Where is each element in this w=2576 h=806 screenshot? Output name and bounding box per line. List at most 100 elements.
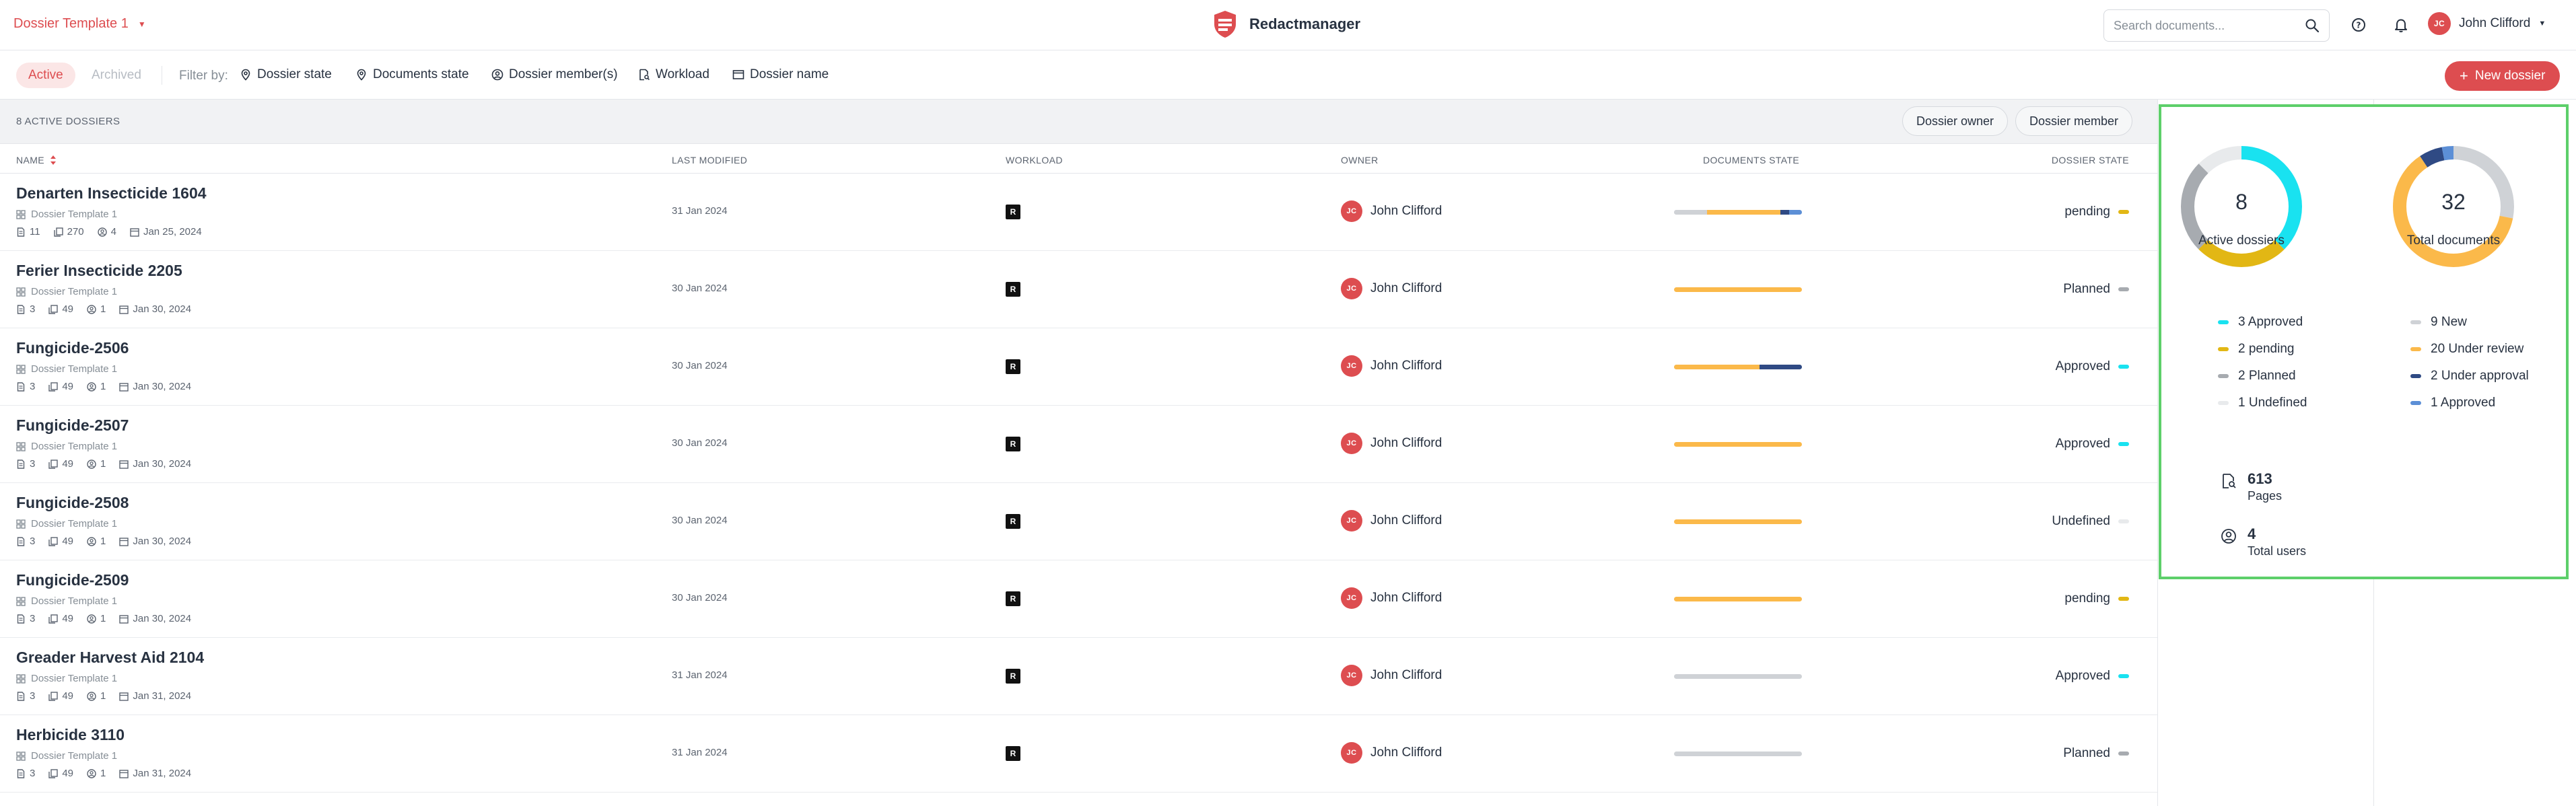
pages-icon [48, 614, 59, 624]
documents-count: 3 [30, 303, 36, 315]
legend-item[interactable]: 2 pending [2218, 336, 2307, 363]
table-row[interactable]: Fungicide-2507 Dossier Template 1 3 49 1 Jan … [0, 406, 2157, 483]
legend-item[interactable]: 9 New [2410, 309, 2529, 336]
members-count: 4 [110, 226, 116, 237]
workload-badge: R [1006, 282, 1020, 297]
column-header-name[interactable]: NAME [16, 155, 57, 166]
search-icon[interactable] [2305, 18, 2320, 33]
documents-state-bar [1674, 365, 1802, 369]
search-input[interactable] [2114, 18, 2305, 33]
dossier-state: Approved [2056, 437, 2129, 451]
dossier-stats: 3 49 1 Jan 31, 2024 [16, 768, 199, 779]
table-row[interactable]: Ferier Insecticide 2205 Dossier Template … [0, 251, 2157, 328]
dossier-stats: 3 49 1 Jan 30, 2024 [16, 536, 199, 547]
brand-name: Redactmanager [1249, 15, 1361, 32]
table-row[interactable]: Fungicide-2506 Dossier Template 1 3 49 1 Jan … [0, 328, 2157, 406]
filter-dossier-members[interactable]: Dossier member(s) [491, 67, 618, 82]
table-row[interactable]: Denarten Insecticide 1604 Dossier Templat… [0, 174, 2157, 251]
legend-color-indicator [2218, 347, 2229, 351]
documents-state-bar [1674, 752, 1802, 756]
column-header-owner: OWNER [1341, 155, 1379, 166]
document-icon [17, 459, 25, 469]
table-row[interactable]: Fungicide-2509 Dossier Template 1 3 49 1 Jan … [0, 560, 2157, 638]
dossier-name[interactable]: Fungicide-2508 [16, 494, 129, 512]
filter-bar: Active Archived Filter by: Dossier state… [0, 51, 2576, 100]
template-grid-icon [16, 751, 26, 761]
dossier-name[interactable]: Herbicide 3110 [16, 726, 125, 744]
members-count: 1 [100, 536, 106, 547]
column-header-last-modified[interactable]: LAST MODIFIED [672, 155, 747, 166]
tab-archived[interactable]: Archived [92, 63, 141, 88]
last-modified: 30 Jan 2024 [672, 283, 728, 294]
dossier-name[interactable]: Fungicide-2507 [16, 416, 129, 435]
workload-badge: R [1006, 514, 1020, 529]
owner: JC John Clifford [1341, 433, 1442, 454]
new-dossier-button[interactable]: + New dossier [2445, 61, 2561, 91]
documents-count: 3 [30, 768, 36, 779]
dossier-state-indicator [2118, 674, 2129, 678]
filter-dossier-state[interactable]: Dossier state [240, 67, 332, 82]
dossier-date: Jan 31, 2024 [133, 768, 192, 779]
dossier-name[interactable]: Ferier Insecticide 2205 [16, 262, 182, 280]
pages-icon [48, 304, 59, 314]
user-circle-icon [97, 227, 107, 237]
user-menu[interactable]: JC John Clifford ▼ [2428, 12, 2546, 35]
dossier-template: Dossier Template 1 [16, 441, 117, 452]
legend-item[interactable]: 1 Approved [2410, 390, 2529, 416]
pages-icon [53, 227, 63, 237]
dossier-template-label: Dossier Template 1 [31, 750, 118, 762]
dossier-state: Planned [2063, 282, 2129, 297]
dossier-template-label: Dossier Template 1 [31, 286, 118, 297]
help-icon[interactable]: ? [2349, 15, 2368, 34]
pages-stat: 613 Pages [2221, 470, 2282, 503]
legend-item[interactable]: 2 Planned [2218, 363, 2307, 390]
user-name: John Clifford [2459, 16, 2531, 30]
bell-icon[interactable] [2392, 15, 2410, 34]
sort-icon[interactable] [50, 155, 57, 165]
legend-label: 20 Under review [2431, 342, 2524, 356]
table-row[interactable]: Fungicide-2508 Dossier Template 1 3 49 1 Jan … [0, 483, 2157, 560]
brand[interactable]: Redactmanager [1212, 9, 1360, 39]
dossier-state-label: pending [2064, 205, 2110, 219]
dossier-owner-button[interactable]: Dossier owner [1902, 106, 2009, 136]
dossier-state-indicator [2118, 442, 2129, 446]
dossier-template-selector[interactable]: Dossier Template 1 ▼ [13, 16, 146, 32]
dossier-name[interactable]: Greader Harvest Aid 2104 [16, 649, 204, 667]
search-box[interactable] [2103, 9, 2330, 42]
document-icon [17, 381, 25, 392]
documents-state-bar [1674, 442, 1802, 447]
dossier-template: Dossier Template 1 [16, 209, 117, 220]
table-row[interactable]: Greader Harvest Aid 2104 Dossier Template… [0, 638, 2157, 715]
legend-item[interactable]: 2 Under approval [2410, 363, 2529, 390]
filter-workload[interactable]: Workload [638, 67, 709, 82]
owner-name: John Clifford [1370, 281, 1442, 295]
legend-item[interactable]: 20 Under review [2410, 336, 2529, 363]
dossier-member-button[interactable]: Dossier member [2015, 106, 2133, 136]
filter-label-text: Dossier name [750, 67, 829, 81]
document-icon [17, 227, 25, 237]
users-count: 4 [2248, 525, 2256, 542]
filter-label-text: Dossier member(s) [509, 67, 618, 81]
tab-active[interactable]: Active [16, 63, 75, 88]
user-circle-icon [87, 614, 96, 624]
last-modified: 31 Jan 2024 [672, 669, 728, 681]
pages-icon [48, 459, 59, 469]
column-header-workload: WORKLOAD [1006, 155, 1063, 166]
filter-documents-state[interactable]: Documents state [355, 67, 469, 82]
template-grid-icon [16, 596, 26, 606]
legend-item[interactable]: 1 Undefined [2218, 390, 2307, 416]
column-header-label: NAME [16, 155, 45, 166]
dossier-state: pending [2064, 591, 2129, 606]
dossier-name[interactable]: Denarten Insecticide 1604 [16, 184, 207, 203]
users-label: Total users [2248, 544, 2307, 558]
last-modified: 31 Jan 2024 [672, 747, 728, 758]
table-row[interactable]: Herbicide 3110 Dossier Template 1 3 49 1 Jan … [0, 715, 2157, 793]
dossier-state-label: Approved [2055, 359, 2110, 373]
legend-color-indicator [2410, 320, 2421, 324]
legend-item[interactable]: 3 Approved [2218, 309, 2307, 336]
owner-name: John Clifford [1370, 359, 1442, 373]
dossier-name[interactable]: Fungicide-2509 [16, 571, 129, 589]
dossier-state: Approved [2056, 669, 2129, 684]
dossier-name[interactable]: Fungicide-2506 [16, 339, 129, 357]
filter-dossier-name[interactable]: Dossier name [732, 67, 829, 82]
